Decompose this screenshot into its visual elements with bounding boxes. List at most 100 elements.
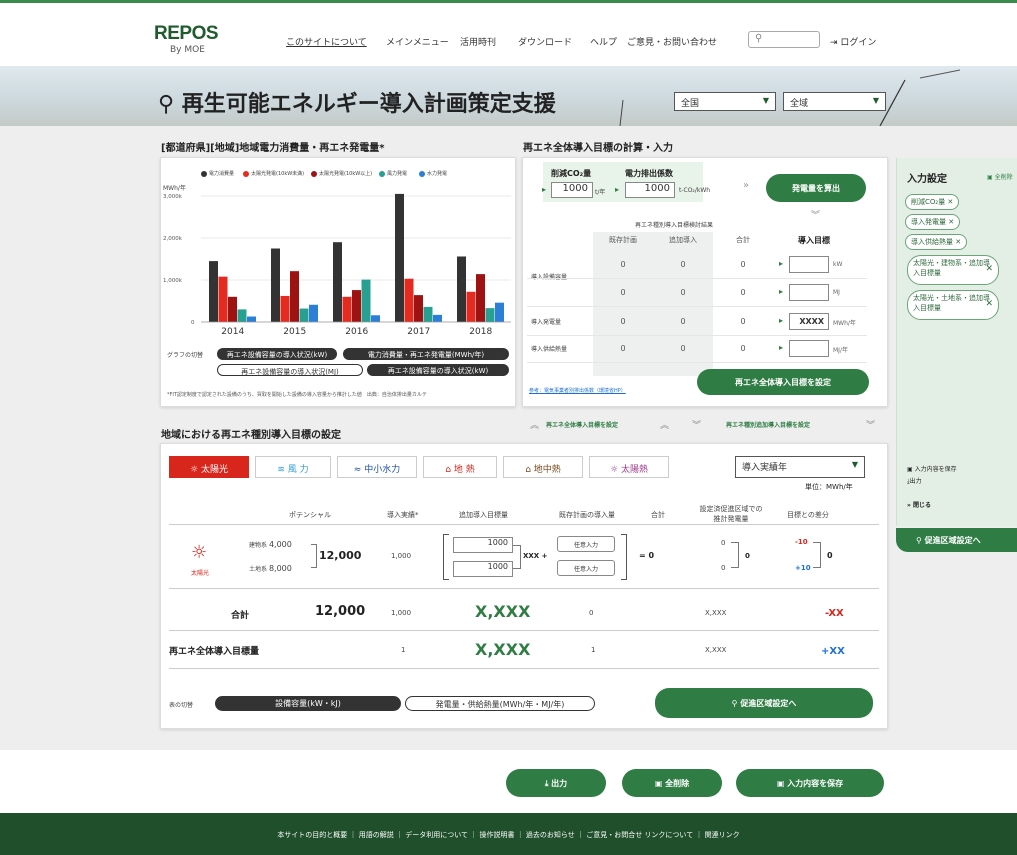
switch-capacity-kw-2[interactable]: 再エネ設備容量の導入状況(kW) [367, 364, 509, 376]
x-tick-label: 2018 [469, 327, 492, 337]
switch-energy[interactable]: 発電量・供給熱量(MWh/年・MJ/年) [405, 696, 595, 711]
row-divider [527, 362, 867, 363]
prefecture-select[interactable]: 全国 ▼ [674, 92, 776, 111]
result-cell: 0 [620, 260, 626, 269]
close-icon[interactable]: ✕ [985, 299, 993, 309]
switch-capacity[interactable]: 設備容量(kW・kJ) [215, 696, 401, 711]
existing-building-input[interactable]: 任意入力 [557, 536, 615, 552]
estimated-1: 0 [721, 539, 726, 547]
emission-factor-label: 電力排出係数 [625, 169, 673, 178]
expand-down-icon-2[interactable]: ︾ [866, 418, 875, 431]
land-label-text: 土地系 [249, 566, 268, 573]
region-card: ☼ 太陽光 ≋ 風 力 ≈ 中小水力 ⌂ 地 熱 ⌂ 地中熱 ☼ 太陽熱 導入実… [160, 443, 888, 729]
switch-energy-mwh[interactable]: 電力消費量・再エネ発電量(MWh/年) [343, 348, 509, 360]
tab-solar-heat[interactable]: ☼ 太陽熱 [589, 456, 669, 478]
search-input[interactable]: ⚲ [748, 31, 820, 48]
bar [271, 248, 280, 322]
emission-factor-unit: t-CO₂/kWh [679, 187, 711, 194]
double-chevron-down-icon: ︾ [811, 211, 821, 221]
legend-item: 太陽光発電(10kW未満) [243, 170, 304, 177]
additional-land-input[interactable]: 1000 [453, 561, 513, 577]
chip-solar-building[interactable]: 太陽光・建物系・追加導入目標量 ✕ [907, 255, 999, 285]
target-input[interactable] [789, 256, 829, 273]
switch-capacity-mj[interactable]: 再エネ設備容量の導入状況(MJ) [217, 364, 363, 376]
site-logo[interactable]: REPOS [154, 23, 219, 45]
expand-type-target[interactable]: 再エネ種別追加導入目標を設定 [726, 420, 810, 429]
nav-help[interactable]: ヘルプ [590, 35, 617, 48]
target-input[interactable] [789, 284, 829, 301]
bar [228, 296, 237, 322]
collapse-all-target[interactable]: 再エネ全体導入目標を設定 [546, 420, 618, 429]
target-input[interactable] [789, 340, 829, 357]
calc-output-button[interactable]: 発電量を算出 [766, 174, 866, 202]
existing-land-input[interactable]: 任意入力 [557, 560, 615, 576]
x-tick-label: 2016 [345, 327, 368, 337]
total-performance: 1,000 [391, 609, 412, 617]
nav-contact[interactable]: ご意見・お問い合わせ [627, 35, 717, 48]
output-link[interactable]: ⤓出力 [907, 476, 922, 486]
expand-down-icon[interactable]: ︾ [692, 418, 701, 431]
clear-all-link[interactable]: ▣ 全削除 [987, 172, 1013, 181]
nav-examples[interactable]: 活用時刊 [460, 35, 496, 48]
chip-heat[interactable]: 導入供給熱量 ✕ [905, 234, 968, 250]
total-diff: -XX [825, 608, 844, 619]
co2-input[interactable]: 1000 [551, 182, 593, 198]
close-icon[interactable]: ✕ [985, 264, 993, 274]
chip-co2[interactable]: 削減CO₂量 ✕ [905, 194, 960, 210]
y-tick-label: 1,000k [163, 278, 183, 284]
diff-1: -10 [795, 538, 808, 546]
overall-performance: 1 [401, 646, 406, 654]
water-icon: ≈ [353, 465, 362, 475]
target-input[interactable]: XXXX [789, 313, 829, 330]
performance-value: 1,000 [391, 552, 412, 560]
clear-button[interactable]: ▣ 全削除 [622, 769, 722, 797]
nav-main-menu[interactable]: メインメニュー [386, 35, 449, 48]
side-promo-button[interactable]: ⚲ 促進区域設定へ [896, 528, 1017, 552]
footer-links[interactable]: 本サイトの目的と概要 ｜ 用語の解説 ｜ データ利用について ｜ 操作説明書 ｜… [0, 830, 1017, 840]
chip-generation[interactable]: 導入発電量 ✕ [905, 214, 961, 230]
col-total: 合計 [736, 236, 750, 244]
bar [280, 295, 290, 322]
tab-wind[interactable]: ≋ 風 力 [255, 456, 331, 478]
tab-ground-heat[interactable]: ⌂ 地中熱 [503, 456, 583, 478]
tab-solar[interactable]: ☼ 太陽光 [169, 456, 249, 478]
set-target-button[interactable]: 再エネ全体導入目標を設定 [697, 369, 869, 395]
legend-label: 太陽光発電(10kW以上) [319, 171, 373, 177]
trash-icon: ▣ [654, 779, 663, 788]
nav-about[interactable]: このサイトについて [286, 35, 367, 48]
save-link[interactable]: ▣ 入力内容を保存 [907, 464, 957, 473]
row-divider [527, 278, 867, 279]
collapse-up-icon[interactable]: ︽ [530, 418, 539, 431]
nav-download[interactable]: ダウンロード [518, 35, 572, 48]
tab-geothermal[interactable]: ⌂ 地 熱 [423, 456, 497, 478]
download-icon: ⤓ [544, 779, 549, 788]
bar [290, 271, 299, 322]
additional-building-input[interactable]: 1000 [453, 537, 513, 553]
save-button[interactable]: ▣ 入力内容を保存 [736, 769, 884, 797]
reference-link[interactable]: 参考：電気事業者別排出係数（環境省HP） [529, 387, 626, 394]
tab-hydro[interactable]: ≈ 中小水力 [337, 456, 417, 478]
input-settings-panel: 入力設定 ▣ 全削除 削減CO₂量 ✕ 導入発電量 ✕ 導入供給熱量 ✕ 太陽光… [896, 158, 1017, 526]
performance-year-select[interactable]: 導入実績年 ▼ [735, 456, 865, 478]
clear-all-label: 全削除 [994, 174, 1013, 181]
y-axis-label: MWh/年 [163, 184, 186, 192]
legend-swatch [243, 170, 249, 177]
chart-footnote: *FIT認定制度で認定された設備のうち、買取を開始した設備の導入容量から推計した… [167, 392, 427, 398]
legend-swatch [419, 170, 425, 177]
divider [169, 588, 879, 589]
output-button[interactable]: ⤓ 出力 [506, 769, 606, 797]
area-select[interactable]: 全域 ▼ [783, 92, 886, 111]
collapse-up-icon-2[interactable]: ︽ [660, 418, 669, 431]
chip-solar-land[interactable]: 太陽光・土地系・追加導入目標量 ✕ [907, 290, 999, 320]
total-potential: 12,000 [315, 604, 366, 619]
login-link[interactable]: ⇥ ログイン [830, 35, 876, 48]
legend-item: 太陽光発電(10kW以上) [311, 170, 372, 177]
close-panel-link[interactable]: » 閉じる [907, 500, 931, 509]
emission-factor-input[interactable]: 1000 [625, 182, 675, 198]
hdr-existing: 既存計画の導入量 [559, 511, 615, 519]
promo-area-button[interactable]: ⚲ 促進区域設定へ [655, 688, 873, 718]
legend-label: 電力消費量 [209, 171, 235, 177]
bar [209, 261, 218, 322]
bar [476, 274, 485, 322]
switch-capacity-kw[interactable]: 再エネ設備容量の導入状況(kW) [217, 348, 337, 360]
